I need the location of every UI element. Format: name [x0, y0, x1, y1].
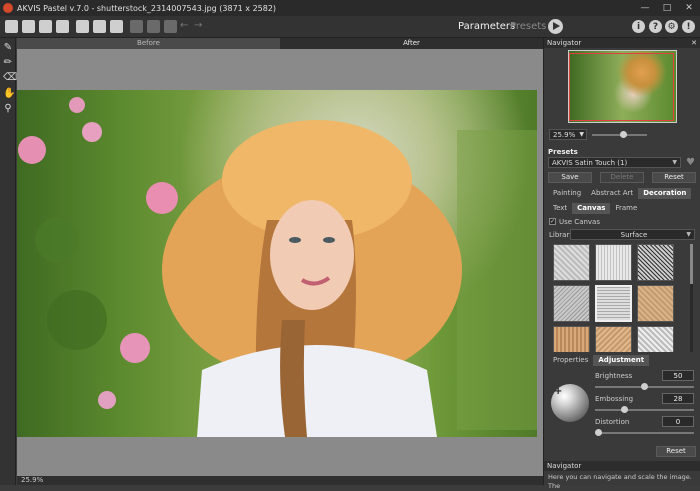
texture-scrollbar[interactable] — [690, 244, 693, 352]
help-header: Navigator — [544, 461, 700, 471]
redo-icon[interactable]: → — [194, 20, 202, 31]
texture-tile[interactable] — [595, 326, 632, 352]
property-tabs: Properties Adjustment — [548, 355, 650, 366]
use-canvas-label: Use Canvas — [559, 218, 600, 226]
distortion-value[interactable]: 0 — [662, 416, 694, 427]
brightness-label: Brightness — [595, 372, 633, 380]
zoom-icon[interactable]: ⚲ — [3, 104, 13, 114]
window-title: AKVIS Pastel v.7.0 - shutterstock_231400… — [17, 3, 277, 13]
zoom-slider-handle[interactable] — [620, 131, 627, 138]
presets-title: Presets — [548, 148, 578, 156]
image-workspace[interactable] — [17, 49, 543, 476]
main-toolbar: ← → Parameters Presets i ? ⚙ ! — [0, 16, 700, 38]
navigator-title: Navigator — [547, 39, 582, 47]
embossing-slider-handle[interactable] — [620, 406, 628, 413]
processed-image[interactable] — [17, 90, 537, 437]
texture-tile[interactable] — [553, 244, 590, 281]
tab-after[interactable]: After — [280, 38, 543, 49]
navigator-header: Navigator ✕ — [544, 38, 700, 48]
embossing-slider[interactable] — [595, 409, 694, 411]
help-text: Here you can navigate and scale the imag… — [548, 473, 692, 490]
stroke-brush-icon[interactable]: ✏ — [3, 58, 13, 68]
gear-icon[interactable]: ⚙ — [665, 20, 678, 33]
notification-icon[interactable]: ! — [682, 20, 695, 33]
settings-panel: Navigator ✕ 25.9% ▼ Presets AKVIS Satin T… — [543, 38, 700, 490]
tab-properties[interactable]: Properties — [548, 355, 593, 366]
hand-icon[interactable]: ✋ — [3, 89, 15, 99]
distortion-slider[interactable] — [595, 432, 694, 434]
minimize-icon[interactable]: — — [634, 0, 656, 16]
info-icon[interactable]: i — [632, 20, 645, 33]
save-preset-button[interactable]: Save — [548, 172, 592, 183]
timeline-icon[interactable] — [164, 20, 177, 33]
home-icon[interactable] — [5, 20, 18, 33]
reset-preset-button[interactable]: Reset — [652, 172, 696, 183]
run-play-icon[interactable] — [548, 19, 563, 34]
texture-tile[interactable] — [553, 285, 590, 322]
tab-canvas[interactable]: Canvas — [572, 203, 611, 214]
favorite-heart-icon[interactable]: ♥ — [686, 157, 695, 168]
texture-tile-selected[interactable] — [595, 285, 632, 322]
zoom-readout: 25.9% — [21, 476, 44, 484]
tab-decoration[interactable]: Decoration — [638, 188, 692, 199]
tab-before[interactable]: Before — [17, 38, 280, 49]
view-tabs: Before After — [17, 38, 543, 49]
embossing-value[interactable]: 28 — [662, 393, 694, 404]
tab-abstract-art[interactable]: Abstract Art — [586, 188, 638, 199]
distortion-label: Distortion — [595, 418, 630, 426]
texture-tile[interactable] — [637, 244, 674, 281]
presets-mode-tab[interactable]: Presets — [510, 21, 546, 32]
use-canvas-checkbox[interactable]: ✓ — [549, 218, 556, 225]
help-title: Navigator — [547, 462, 582, 470]
tab-frame[interactable]: Frame — [610, 203, 642, 214]
texture-tile[interactable] — [637, 326, 674, 352]
undo-icon[interactable]: ← — [180, 20, 188, 31]
zoom-dropdown[interactable]: 25.9% ▼ — [549, 129, 587, 140]
texture-tile[interactable] — [595, 244, 632, 281]
decoration-sub-tabs: Text Canvas Frame — [548, 203, 642, 214]
plugin-icon[interactable] — [110, 20, 123, 33]
canvas-texture-grid[interactable] — [553, 244, 687, 352]
brightness-value[interactable]: 50 — [662, 370, 694, 381]
batch-icon[interactable] — [76, 20, 89, 33]
status-bar: 25.9% — [17, 476, 543, 485]
export-strokes-icon[interactable] — [147, 20, 160, 33]
share-icon[interactable] — [93, 20, 106, 33]
delete-preset-button[interactable]: Delete — [600, 172, 644, 183]
brightness-slider-handle[interactable] — [641, 383, 648, 390]
parameters-mode-tab[interactable]: Parameters — [458, 21, 515, 32]
direction-brush-icon[interactable]: ✎ — [3, 43, 13, 53]
import-strokes-icon[interactable] — [130, 20, 143, 33]
maximize-icon[interactable]: □ — [656, 0, 678, 16]
reset-adjustment-button[interactable]: Reset — [656, 446, 696, 457]
navigator-view-frame[interactable] — [569, 53, 674, 121]
light-direction-sphere[interactable]: + — [551, 384, 589, 422]
tab-adjustment[interactable]: Adjustment — [593, 355, 650, 366]
help-icon[interactable]: ? — [649, 20, 662, 33]
eraser-icon[interactable]: ⌫ — [3, 73, 17, 83]
open-file-icon[interactable] — [22, 20, 35, 33]
distortion-slider-handle[interactable] — [595, 429, 602, 436]
print-icon[interactable] — [56, 20, 69, 33]
texture-tile[interactable] — [637, 285, 674, 322]
embossing-label: Embossing — [595, 395, 634, 403]
window-controls: — □ ✕ — [634, 0, 700, 16]
texture-tile[interactable] — [553, 326, 590, 352]
collapse-icon[interactable]: ✕ — [691, 38, 697, 48]
tab-painting[interactable]: Painting — [548, 188, 586, 199]
save-file-icon[interactable] — [39, 20, 52, 33]
title-bar: AKVIS Pastel v.7.0 - shutterstock_231400… — [0, 0, 700, 16]
close-icon[interactable]: ✕ — [678, 0, 700, 16]
main-tabs: Painting Abstract Art Decoration — [548, 188, 692, 199]
tools-sidebar: ✎ ✏ ⌫ ✋ ⚲ — [0, 38, 17, 485]
preset-dropdown[interactable]: AKVIS Satin Touch (1) ▼ — [548, 157, 681, 168]
library-dropdown[interactable]: Surface ▼ — [570, 229, 695, 240]
app-logo-icon — [3, 3, 13, 13]
tab-text[interactable]: Text — [548, 203, 572, 214]
crosshair-icon[interactable]: + — [554, 386, 562, 397]
